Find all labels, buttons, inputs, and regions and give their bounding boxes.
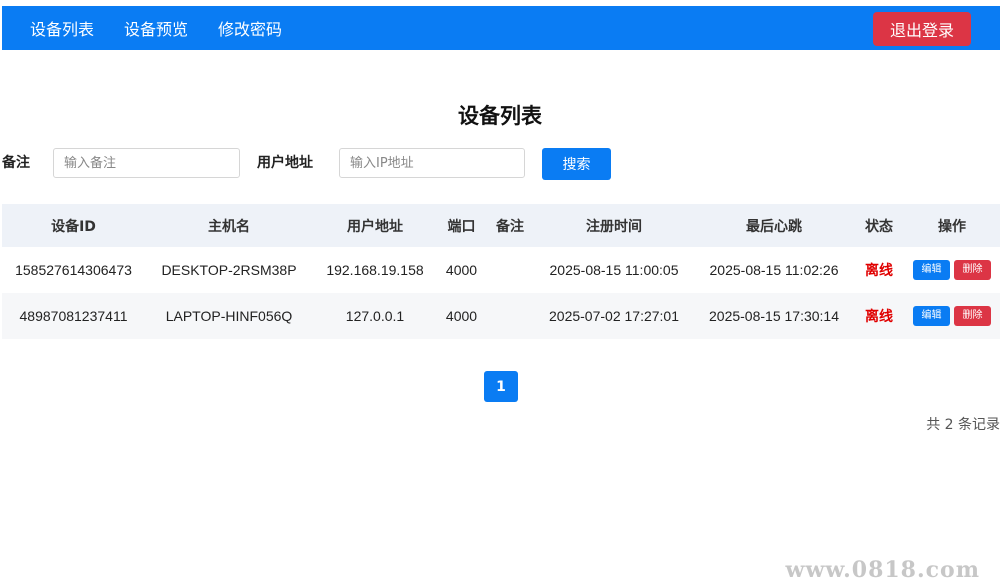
- table-header-row: 设备ID 主机名 用户地址 端口 备注 注册时间 最后心跳 状态 操作: [2, 204, 1000, 247]
- cell-address: 127.0.0.1: [313, 293, 437, 339]
- record-count: 共 2 条记录: [926, 417, 1000, 433]
- cell-remark: [486, 247, 534, 293]
- search-button[interactable]: 搜索: [542, 148, 611, 180]
- table-row: 48987081237411 LAPTOP-HINF056Q 127.0.0.1…: [2, 293, 1000, 339]
- status-badge: 离线: [865, 263, 893, 279]
- edit-button[interactable]: 编辑: [913, 260, 950, 280]
- address-label: 用户地址: [257, 155, 313, 171]
- top-navbar: 设备列表 设备预览 修改密码 退出登录: [2, 6, 1000, 50]
- remark-label: 备注: [2, 155, 30, 171]
- cell-device-id: 48987081237411: [2, 293, 145, 339]
- nav-device-preview[interactable]: 设备预览: [124, 16, 188, 40]
- header-status: 状态: [854, 204, 904, 247]
- cell-hostname: DESKTOP-2RSM38P: [145, 247, 313, 293]
- delete-button[interactable]: 删除: [954, 260, 991, 280]
- nav-device-list[interactable]: 设备列表: [30, 16, 94, 40]
- page-title: 设备列表: [458, 104, 542, 128]
- delete-button[interactable]: 删除: [954, 306, 991, 326]
- edit-button[interactable]: 编辑: [913, 306, 950, 326]
- header-hostname: 主机名: [145, 204, 313, 247]
- cell-hostname: LAPTOP-HINF056Q: [145, 293, 313, 339]
- header-port: 端口: [437, 204, 486, 247]
- pagination-page-1[interactable]: 1: [484, 371, 518, 402]
- cell-status: 离线: [854, 247, 904, 293]
- cell-heartbeat: 2025-08-15 11:02:26: [694, 247, 854, 293]
- cell-heartbeat: 2025-08-15 17:30:14: [694, 293, 854, 339]
- header-registered: 注册时间: [534, 204, 694, 247]
- header-remark: 备注: [486, 204, 534, 247]
- nav-change-password[interactable]: 修改密码: [218, 16, 282, 40]
- address-input[interactable]: [339, 148, 525, 178]
- cell-registered: 2025-08-15 11:00:05: [534, 247, 694, 293]
- header-actions: 操作: [904, 204, 1000, 247]
- cell-port: 4000: [437, 247, 486, 293]
- cell-address: 192.168.19.158: [313, 247, 437, 293]
- logout-button[interactable]: 退出登录: [873, 12, 971, 46]
- device-table: 设备ID 主机名 用户地址 端口 备注 注册时间 最后心跳 状态 操作 1585…: [2, 204, 1000, 339]
- table-row: 158527614306473 DESKTOP-2RSM38P 192.168.…: [2, 247, 1000, 293]
- status-badge: 离线: [865, 309, 893, 325]
- remark-input[interactable]: [53, 148, 240, 178]
- site-watermark: www.0818.com: [785, 557, 980, 583]
- cell-actions: 编辑 删除: [904, 293, 1000, 339]
- header-address: 用户地址: [313, 204, 437, 247]
- cell-registered: 2025-07-02 17:27:01: [534, 293, 694, 339]
- header-heartbeat: 最后心跳: [694, 204, 854, 247]
- cell-status: 离线: [854, 293, 904, 339]
- cell-actions: 编辑 删除: [904, 247, 1000, 293]
- cell-remark: [486, 293, 534, 339]
- cell-port: 4000: [437, 293, 486, 339]
- header-device-id: 设备ID: [2, 204, 145, 247]
- cell-device-id: 158527614306473: [2, 247, 145, 293]
